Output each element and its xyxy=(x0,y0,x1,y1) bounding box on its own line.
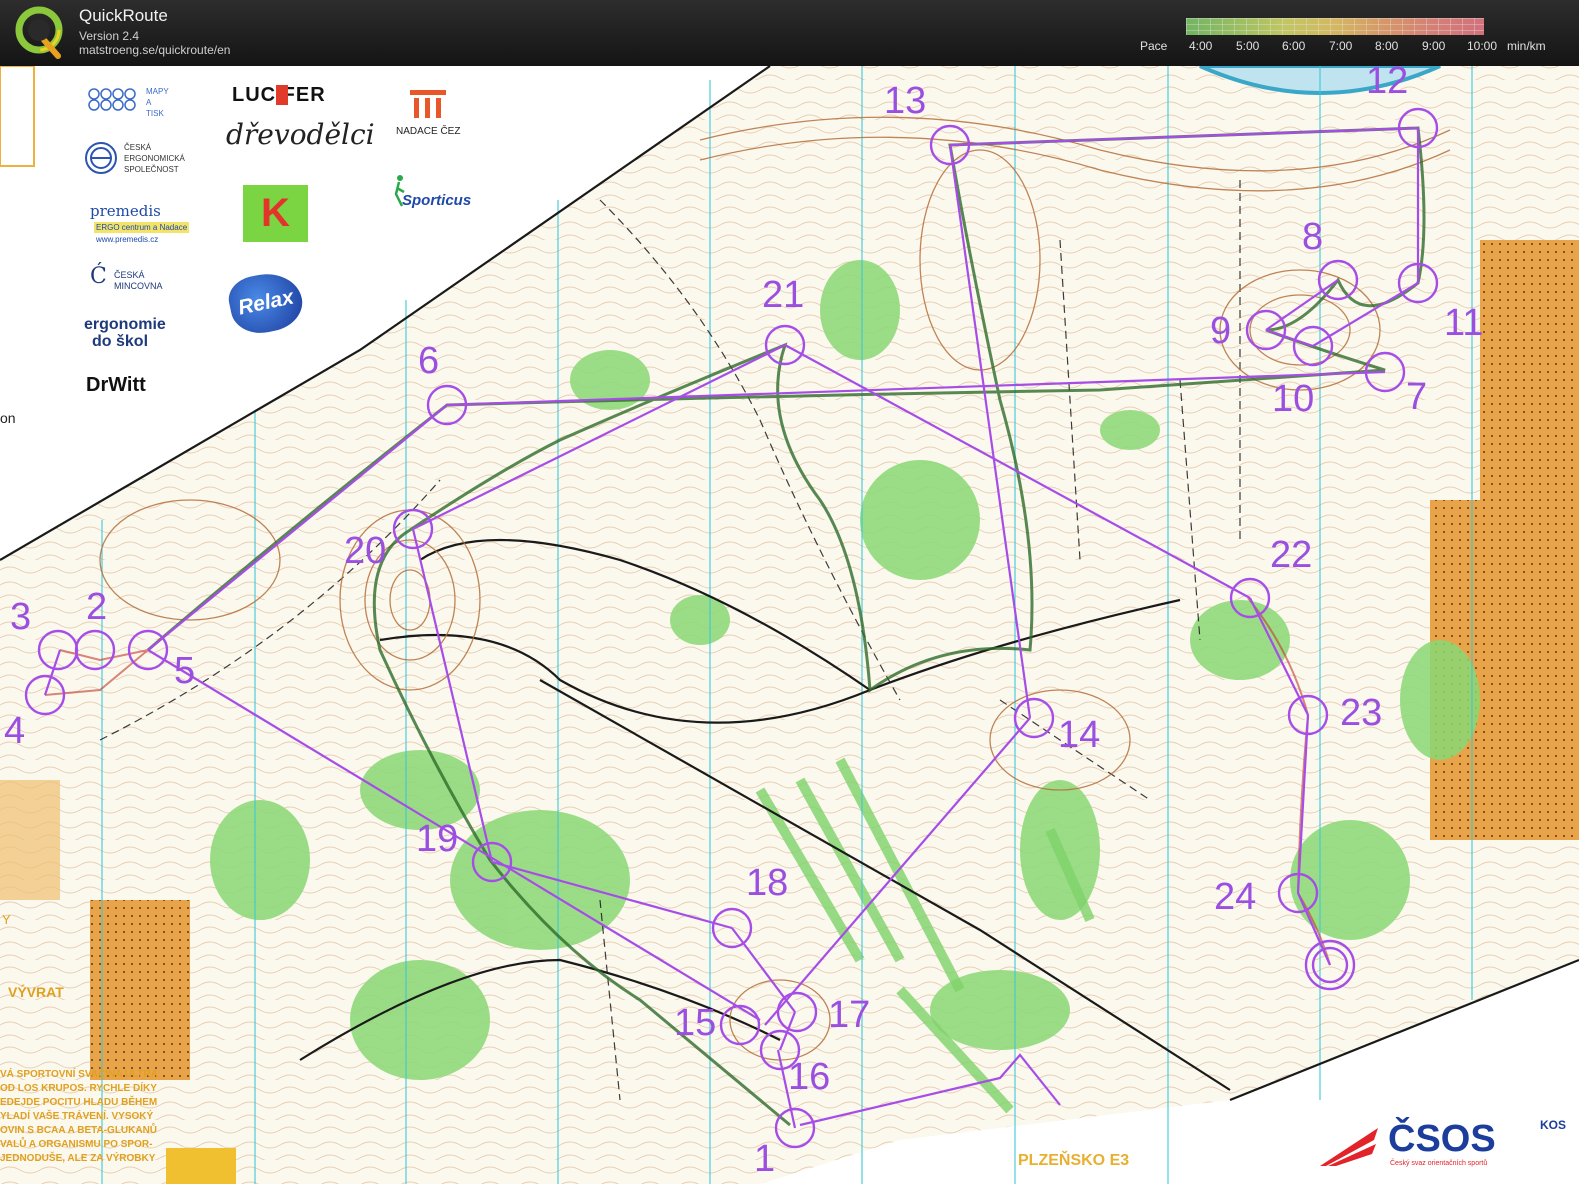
ergonomie-text: ergonomie xyxy=(84,316,166,333)
pace-tick: 5:00 xyxy=(1236,39,1260,53)
csos-subtitle: Český svaz orientačních sportů xyxy=(1390,1160,1488,1167)
csos-logo: ČSOS xyxy=(1388,1118,1496,1160)
vyvrat-label: VÝVRAT xyxy=(8,984,64,1000)
pace-tick: 7:00 xyxy=(1329,39,1353,53)
lucifer-flame-icon xyxy=(276,85,288,105)
premedis-url: www.premedis.cz xyxy=(96,235,159,244)
control-number-21: 21 xyxy=(762,274,805,316)
pace-tick: 9:00 xyxy=(1422,39,1446,53)
control-number-9: 9 xyxy=(1210,310,1232,352)
app-url[interactable]: matstroeng.se/quickroute/en xyxy=(79,43,230,57)
ad-line: JEDNODUŠE, ALE ZA VÝROBKY xyxy=(0,1153,156,1164)
ergonomicka-logo-icon xyxy=(84,136,118,180)
mapy-a-tisk-text: MAPY xyxy=(146,87,169,96)
mincovna-text: MINCOVNA xyxy=(114,281,163,291)
mincovna-logo-icon: Ć xyxy=(90,264,107,289)
ad-text-block: VÁ SPORTOVNÍ SVAČINA ULTRA OD LOS KRUPOS… xyxy=(0,1068,158,1166)
control-number-17: 17 xyxy=(828,994,871,1036)
relax-text: Relax xyxy=(236,285,296,320)
control-number-18: 18 xyxy=(746,862,789,904)
app-version: Version 2.4 xyxy=(79,29,140,43)
ad-line: VALŮ A ORGANISMU PO SPOR- xyxy=(0,1139,153,1150)
control-number-24: 24 xyxy=(1214,876,1257,918)
premedis-logo: premedis xyxy=(90,202,161,220)
control-number-10: 10 xyxy=(1272,378,1315,420)
edge-text: on xyxy=(0,410,16,426)
kos-logo: KOS xyxy=(1540,1118,1567,1132)
ergonomicka-text: ERGONOMICKÁ xyxy=(124,154,185,163)
kofola-letter: K xyxy=(261,191,290,235)
pace-legend-label: Pace xyxy=(1140,39,1168,53)
control-number-2: 2 xyxy=(86,586,108,628)
drevodilci-logo: dřevodělci xyxy=(226,118,375,151)
control-number-6: 6 xyxy=(418,340,440,382)
orienteering-map[interactable]: MAPY A TISK LUC FER NADACE ČEZ ČESKÁ ERG… xyxy=(0,66,1579,1184)
control-number-3: 3 xyxy=(10,596,32,638)
app-header: QuickRoute Version 2.4 matstroeng.se/qui… xyxy=(0,0,1579,66)
mincovna-text: ČESKÁ xyxy=(114,270,145,280)
pace-tick: 8:00 xyxy=(1375,39,1399,53)
plzensko-label: PLZEŇSKO E3 xyxy=(1018,1152,1130,1169)
ergonomicka-text: SPOLEČNOST xyxy=(124,165,179,174)
mapy-a-tisk-text: TISK xyxy=(146,109,164,118)
control-number-7: 7 xyxy=(1406,376,1428,418)
control-number-22: 22 xyxy=(1270,534,1313,576)
map-canvas xyxy=(0,66,1579,1184)
ad-line: OVIN S BCAA A BETA-GLUKANŮ xyxy=(0,1125,158,1136)
control-number-8: 8 xyxy=(1302,216,1324,258)
app-title: QuickRoute xyxy=(79,6,168,25)
pace-tick: 6:00 xyxy=(1282,39,1306,53)
ergonomicka-text: ČESKÁ xyxy=(124,143,152,152)
control-number-16: 16 xyxy=(788,1056,831,1098)
sporticus-logo: Sporticus xyxy=(402,192,472,209)
csos-swoosh-icon xyxy=(1318,1122,1380,1168)
ergonomie-text: do škol xyxy=(92,333,149,350)
premedis-subtitle: ERGO centrum a Nadace xyxy=(94,222,190,233)
pace-unit: min/km xyxy=(1507,39,1546,53)
ad-line: EDEJDE POCITU HLADU BĚHEM xyxy=(0,1097,158,1108)
kofola-logo: K xyxy=(243,185,308,242)
pace-tick: 4:00 xyxy=(1189,39,1213,53)
control-number-11: 11 xyxy=(1444,302,1484,344)
drwitt-logo: DrWitt xyxy=(86,374,146,396)
ad-line: VÁ SPORTOVNÍ SVAČINA ULTRA xyxy=(0,1069,158,1080)
ad-line: YLADÍ VAŠE TRÁVENÍ. VYSOKÝ xyxy=(0,1111,154,1122)
pace-tick: 10:00 xyxy=(1467,39,1498,53)
control-number-13: 13 xyxy=(884,80,927,122)
quickroute-logo-icon xyxy=(15,6,63,59)
los-krupos-logo xyxy=(166,1148,236,1184)
control-number-20: 20 xyxy=(344,530,387,572)
control-number-12: 12 xyxy=(1366,66,1409,102)
pace-color-scale xyxy=(1186,18,1484,35)
control-number-23: 23 xyxy=(1340,692,1383,734)
control-number-4: 4 xyxy=(4,710,26,752)
edge-text: Y xyxy=(2,912,11,927)
mapy-a-tisk-text: A xyxy=(146,98,152,107)
control-number-5: 5 xyxy=(174,650,196,692)
nadace-cez-icon xyxy=(408,88,448,120)
control-number-19: 19 xyxy=(416,818,459,860)
ad-line: OD LOS KRUPOS. RYCHLE DÍKY xyxy=(0,1083,157,1094)
mapy-a-tisk-logo xyxy=(86,86,138,112)
control-number-15: 15 xyxy=(674,1002,717,1044)
nadace-cez-text: NADACE ČEZ xyxy=(396,126,461,137)
control-number-1: 1 xyxy=(754,1138,776,1180)
control-number-14: 14 xyxy=(1058,714,1101,756)
rough-open-east xyxy=(1480,240,1579,500)
